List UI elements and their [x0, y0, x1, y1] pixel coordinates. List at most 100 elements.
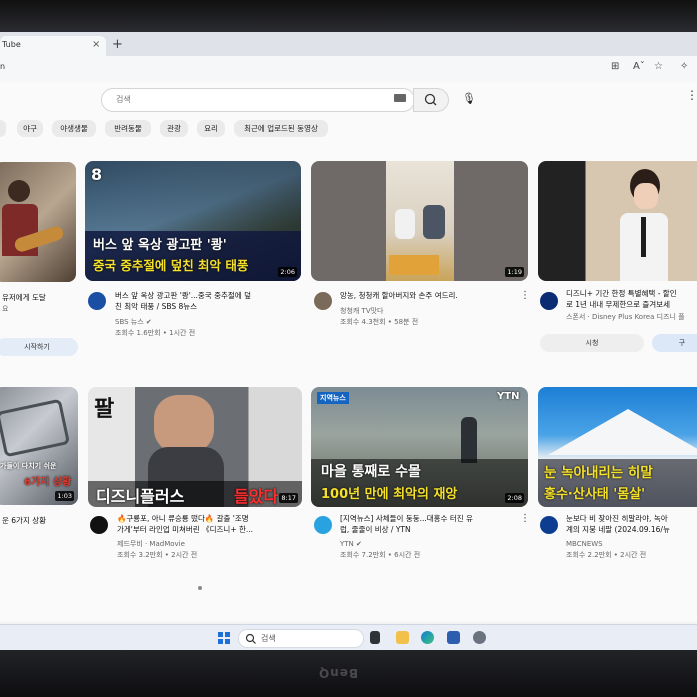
- ytn-logo: YTN: [497, 391, 520, 402]
- video-meta: 조회수 4.3천회 • 58분 전: [340, 318, 419, 326]
- video-duration: 1:03: [55, 491, 74, 501]
- channel-avatar-mbc[interactable]: [540, 516, 558, 534]
- thumbnail-caption-small: 가들이 다치기 쉬운: [0, 462, 57, 470]
- channel-avatar-disney[interactable]: [540, 292, 558, 310]
- channel-name[interactable]: MBCNEWS: [566, 539, 697, 549]
- video-title[interactable]: 앙농, 청청캐 할아버지와 손주 여드리.: [340, 290, 520, 301]
- channel-name[interactable]: SBS 뉴스 ✔: [115, 317, 295, 327]
- video-thumbnail-family[interactable]: 1:19: [311, 161, 528, 281]
- video-title[interactable]: [지역뉴스] 사체들이 둥둥...대홍수 터진 유: [340, 513, 520, 524]
- sponsor-channel[interactable]: 스폰서 · Disney Plus Korea 디즈니 플: [566, 312, 697, 322]
- video-meta: 조회수 3.2만회 • 2시간 전: [117, 551, 198, 559]
- store-icon[interactable]: [447, 631, 460, 644]
- video-title-line2[interactable]: 가게'부터 라인업 미쳐버린 《디즈니+ 한...: [117, 524, 305, 535]
- channel-avatar[interactable]: [314, 292, 332, 310]
- thumbnail-caption-line1: 디즈니플러스: [96, 487, 185, 506]
- settings-gear-icon[interactable]: [473, 631, 486, 644]
- channel-avatar-sbs[interactable]: [88, 292, 106, 310]
- video-title-line2[interactable]: 럽, 줄줄이 비상 / YTN: [340, 524, 520, 535]
- watch-button[interactable]: 시청: [540, 334, 644, 352]
- thumbnail-caption-line2: 중국 중추절에 덮친 최악 태풍: [93, 258, 249, 273]
- edge-browser-icon[interactable]: [421, 631, 434, 644]
- video-title-line2[interactable]: 계의 지붕 네팔 (2024.09.16/뉴: [566, 524, 697, 535]
- chip-partial[interactable]: [0, 120, 6, 137]
- thumbnail-caption-line2: 들았다: [234, 487, 279, 506]
- thumbnail-caption-line1: 버스 앞 옥상 광고판 '쾅': [93, 238, 227, 253]
- extensions-icon[interactable]: ✧: [680, 61, 688, 72]
- sbs-logo: 8: [91, 165, 103, 184]
- video-title[interactable]: 버스 앞 옥상 광고판 '쾅'...중국 중추절에 덮: [115, 290, 299, 301]
- channel-avatar-madmovie[interactable]: [90, 516, 108, 534]
- video-title[interactable]: 운 6가지 상황: [2, 515, 76, 526]
- regional-news-badge: 지역뉴스: [317, 392, 349, 404]
- video-title[interactable]: 🔥구룡포, 아니 류승룡 떴다🔥 갈출 '조명: [117, 513, 305, 524]
- channel-avatar-ytn[interactable]: [314, 516, 332, 534]
- video-meta: 조회수 7.2만회 • 6시간 전: [340, 551, 421, 559]
- chip-baseball[interactable]: 야구: [17, 120, 43, 137]
- search-button[interactable]: [413, 88, 449, 112]
- task-view-icon[interactable]: [370, 631, 380, 644]
- video-thumbnail-guitar[interactable]: [0, 162, 76, 282]
- chip-tourism[interactable]: 관광: [160, 120, 188, 137]
- video-duration: 2:06: [278, 267, 297, 277]
- thumbnail-caption-line2: 100년 만에 최악의 재앙: [321, 487, 458, 502]
- more-actions-icon[interactable]: ⋮: [520, 290, 530, 301]
- video-title[interactable]: 눈보다 비 잦아진 히말라야, 녹아: [566, 513, 697, 524]
- loading-indicator: [198, 586, 202, 590]
- search-input[interactable]: 검색: [101, 88, 415, 112]
- video-title[interactable]: 유저에게 도달: [2, 292, 76, 303]
- keyboard-icon[interactable]: [394, 94, 406, 102]
- address-text[interactable]: n: [0, 62, 5, 71]
- video-duration: 8:17: [279, 493, 298, 503]
- thumbnail-vertical-text: 팔: [94, 396, 115, 422]
- video-thumbnail-sbs[interactable]: 8 버스 앞 옥상 광고판 '쾅' 중국 중추절에 덮친 최악 태풍 2:06: [85, 161, 301, 281]
- monitor-bezel-bottom: BenQ: [0, 650, 697, 697]
- chip-wildlife[interactable]: 야생생물: [52, 120, 96, 137]
- apps-icon[interactable]: ⊞: [611, 61, 619, 72]
- more-options-icon[interactable]: ⋮: [686, 88, 697, 102]
- microphone-icon[interactable]: 🎙: [462, 92, 476, 105]
- youtube-page: 검색 🎙 ⋮ 야구 야생생물 반려동물 관광 요리 최근에 업로드된 동영상 유…: [0, 82, 697, 622]
- search-icon: [424, 93, 437, 106]
- start-button[interactable]: 시작하기: [0, 338, 78, 356]
- video-thumbnail-himalaya[interactable]: 눈 녹아내리는 히말 홍수·산사태 '몸살': [538, 387, 697, 507]
- browser-tab-bar: Tube × +: [0, 32, 697, 56]
- channel-name[interactable]: 청청캐 TV맛다: [340, 306, 520, 316]
- file-explorer-icon[interactable]: [396, 631, 409, 644]
- chip-recently-uploaded[interactable]: 최근에 업로드된 동영상: [234, 120, 328, 137]
- read-aloud-icon[interactable]: Aˇ: [633, 61, 645, 72]
- video-duration: 1:19: [505, 267, 524, 277]
- chip-cooking[interactable]: 요리: [197, 120, 225, 137]
- video-thumbnail-disney-plus[interactable]: 팔 디즈니플러스 들았다 8:17: [88, 387, 302, 507]
- video-duration: 2:08: [505, 493, 524, 503]
- video-thumbnail-ytn-flood[interactable]: 지역뉴스 YTN 마을 통째로 수몰 100년 만에 최악의 재앙 2:08: [311, 387, 528, 507]
- browser-tab-youtube[interactable]: Tube ×: [0, 36, 106, 56]
- video-meta: 조회수 2.2만회 • 2시간 전: [566, 551, 647, 559]
- subscribe-button[interactable]: 구: [652, 334, 697, 352]
- taskbar-search-box[interactable]: 검색: [238, 629, 364, 648]
- windows-taskbar: 검색: [0, 624, 697, 650]
- thumbnail-caption-line1: 눈 녹아내리는 히말: [544, 465, 653, 481]
- video-meta: 조회수 1.6만회 • 1시간 전: [115, 329, 196, 337]
- video-title-line2[interactable]: 로 1년 내내 무제한으로 즐겨보세: [566, 299, 697, 310]
- video-thumbnail-machine[interactable]: 가들이 다치기 쉬운 6가지 상황 1:03: [0, 387, 78, 505]
- video-title-line2[interactable]: 친 최악 태풍 / SBS 8뉴스: [115, 301, 299, 312]
- more-actions-icon[interactable]: ⋮: [520, 513, 530, 524]
- thumbnail-caption-line2: 홍수·산사태 '몸살': [544, 487, 646, 502]
- screen: Tube × + n ⊞ Aˇ ☆ ✧ 검색 🎙 ⋮ 야구 야생생물 반려동물 …: [0, 32, 697, 650]
- video-title[interactable]: 디즈니+ 기간 한정 특별혜택 - 할인: [566, 288, 697, 299]
- thumbnail-caption: 6가지 상황: [24, 477, 72, 488]
- new-tab-button[interactable]: +: [112, 37, 123, 52]
- close-tab-icon[interactable]: ×: [92, 39, 100, 50]
- channel-name[interactable]: 제드무비 · MadMovie: [117, 539, 297, 549]
- video-thumbnail-disney-ad[interactable]: [538, 161, 697, 281]
- tab-title: Tube: [2, 40, 21, 49]
- address-bar-row: n ⊞ Aˇ ☆ ✧: [0, 56, 697, 83]
- monitor-brand-logo: BenQ: [318, 666, 359, 680]
- windows-start-icon[interactable]: [218, 632, 230, 644]
- video-subtitle: 요: [2, 305, 9, 313]
- chip-pets[interactable]: 반려동물: [105, 120, 151, 137]
- monitor-bezel-top: [0, 0, 697, 32]
- channel-name[interactable]: YTN ✔: [340, 539, 520, 549]
- favorites-icon[interactable]: ☆: [654, 61, 663, 72]
